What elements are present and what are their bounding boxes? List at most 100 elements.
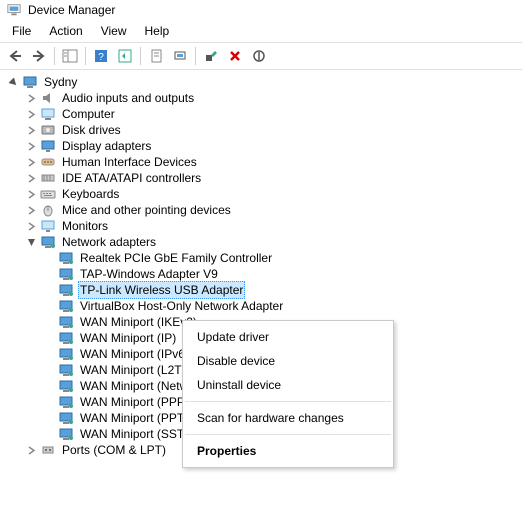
menu-separator (185, 434, 391, 435)
hid-icon (40, 154, 56, 170)
expander-icon[interactable] (42, 267, 56, 281)
expander-icon[interactable] (24, 235, 38, 249)
node-label: IDE ATA/ATAPI controllers (60, 170, 203, 186)
menu-uninstall-device[interactable]: Uninstall device (183, 373, 393, 397)
computer-icon (40, 106, 56, 122)
menu-update-driver[interactable]: Update driver (183, 325, 393, 349)
category-computer[interactable]: Computer (6, 106, 522, 122)
node-label: Computer (60, 106, 117, 122)
expander-icon[interactable] (24, 107, 38, 121)
category-ide[interactable]: IDE ATA/ATAPI controllers (6, 170, 522, 186)
node-label: TP-Link Wireless USB Adapter (78, 281, 245, 299)
category-mouse[interactable]: Mice and other pointing devices (6, 202, 522, 218)
properties-icon-button[interactable] (145, 45, 167, 67)
network-icon (40, 234, 56, 250)
expander-icon[interactable] (42, 379, 56, 393)
node-label: WAN Miniport (IKEv2) (78, 314, 199, 330)
network-icon (58, 426, 74, 442)
menu-file[interactable]: File (4, 22, 39, 40)
device-item[interactable]: VirtualBox Host-Only Network Adapter (6, 298, 522, 314)
node-label: VirtualBox Host-Only Network Adapter (78, 298, 285, 314)
device-item[interactable]: Realtek PCIe GbE Family Controller (6, 250, 522, 266)
expander-icon[interactable] (24, 219, 38, 233)
expander-icon[interactable] (24, 203, 38, 217)
expander-icon[interactable] (42, 283, 56, 297)
expander-icon[interactable] (42, 347, 56, 361)
expander-icon[interactable] (42, 299, 56, 313)
expander-icon[interactable] (6, 75, 20, 89)
app-icon (6, 2, 22, 18)
expander-icon[interactable] (42, 315, 56, 329)
device-item[interactable]: TP-Link Wireless USB Adapter (6, 282, 522, 298)
network-icon (58, 394, 74, 410)
expander-icon[interactable] (42, 395, 56, 409)
expander-icon[interactable] (42, 251, 56, 265)
menu-help[interactable]: Help (137, 22, 178, 40)
uninstall-button[interactable] (224, 45, 246, 67)
expander-icon[interactable] (42, 363, 56, 377)
category-keyboard[interactable]: Keyboards (6, 186, 522, 202)
expander-icon[interactable] (24, 139, 38, 153)
expander-icon[interactable] (42, 427, 56, 441)
toolbar-divider (195, 47, 196, 65)
tree-root[interactable]: Sydny (6, 74, 522, 90)
window-title: Device Manager (28, 3, 115, 17)
category-display[interactable]: Display adapters (6, 138, 522, 154)
node-label: Ports (COM & LPT) (60, 442, 168, 458)
forward-button[interactable] (28, 45, 50, 67)
scan-button[interactable] (169, 45, 191, 67)
monitor-icon (40, 218, 56, 234)
category-network[interactable]: Network adapters (6, 234, 522, 250)
menu-action[interactable]: Action (41, 22, 90, 40)
node-label: Realtek PCIe GbE Family Controller (78, 250, 274, 266)
node-label: Monitors (60, 218, 110, 234)
computer-root-icon (22, 74, 38, 90)
device-item[interactable]: TAP-Windows Adapter V9 (6, 266, 522, 282)
toolbar-divider (54, 47, 55, 65)
mouse-icon (40, 202, 56, 218)
context-menu: Update driver Disable device Uninstall d… (182, 320, 394, 468)
toolbar-divider (85, 47, 86, 65)
menu-disable-device[interactable]: Disable device (183, 349, 393, 373)
network-icon (58, 282, 74, 298)
category-speaker[interactable]: Audio inputs and outputs (6, 90, 522, 106)
expander-icon[interactable] (24, 91, 38, 105)
back-button[interactable] (4, 45, 26, 67)
expander-icon[interactable] (42, 331, 56, 345)
expander-icon[interactable] (24, 123, 38, 137)
menu-separator (185, 401, 391, 402)
update-driver-button[interactable] (200, 45, 222, 67)
keyboard-icon (40, 186, 56, 202)
show-hide-tree-button[interactable] (59, 45, 81, 67)
menu-properties[interactable]: Properties (183, 439, 393, 463)
expander-icon[interactable] (24, 187, 38, 201)
menu-view[interactable]: View (93, 22, 135, 40)
expander-icon[interactable] (24, 443, 38, 457)
toolbar-divider (140, 47, 141, 65)
help-button[interactable]: ? (90, 45, 112, 67)
category-disk[interactable]: Disk drives (6, 122, 522, 138)
network-icon (58, 250, 74, 266)
ide-icon (40, 170, 56, 186)
expander-icon[interactable] (24, 155, 38, 169)
svg-text:?: ? (98, 52, 104, 63)
network-icon (58, 298, 74, 314)
node-label: Disk drives (60, 122, 123, 138)
expander-icon[interactable] (24, 171, 38, 185)
title-bar: Device Manager (0, 0, 522, 20)
expander-icon[interactable] (42, 411, 56, 425)
network-icon (58, 266, 74, 282)
speaker-icon (40, 90, 56, 106)
menu-bar: File Action View Help (0, 20, 522, 42)
node-label: Mice and other pointing devices (60, 202, 233, 218)
category-hid[interactable]: Human Interface Devices (6, 154, 522, 170)
node-label: WAN Miniport (PPTP) (78, 410, 198, 426)
node-label: Network adapters (60, 234, 158, 250)
action-button[interactable] (114, 45, 136, 67)
menu-scan-hardware[interactable]: Scan for hardware changes (183, 406, 393, 430)
category-monitor[interactable]: Monitors (6, 218, 522, 234)
node-label: Human Interface Devices (60, 154, 199, 170)
node-label: TAP-Windows Adapter V9 (78, 266, 220, 282)
disable-button[interactable] (248, 45, 270, 67)
display-icon (40, 138, 56, 154)
